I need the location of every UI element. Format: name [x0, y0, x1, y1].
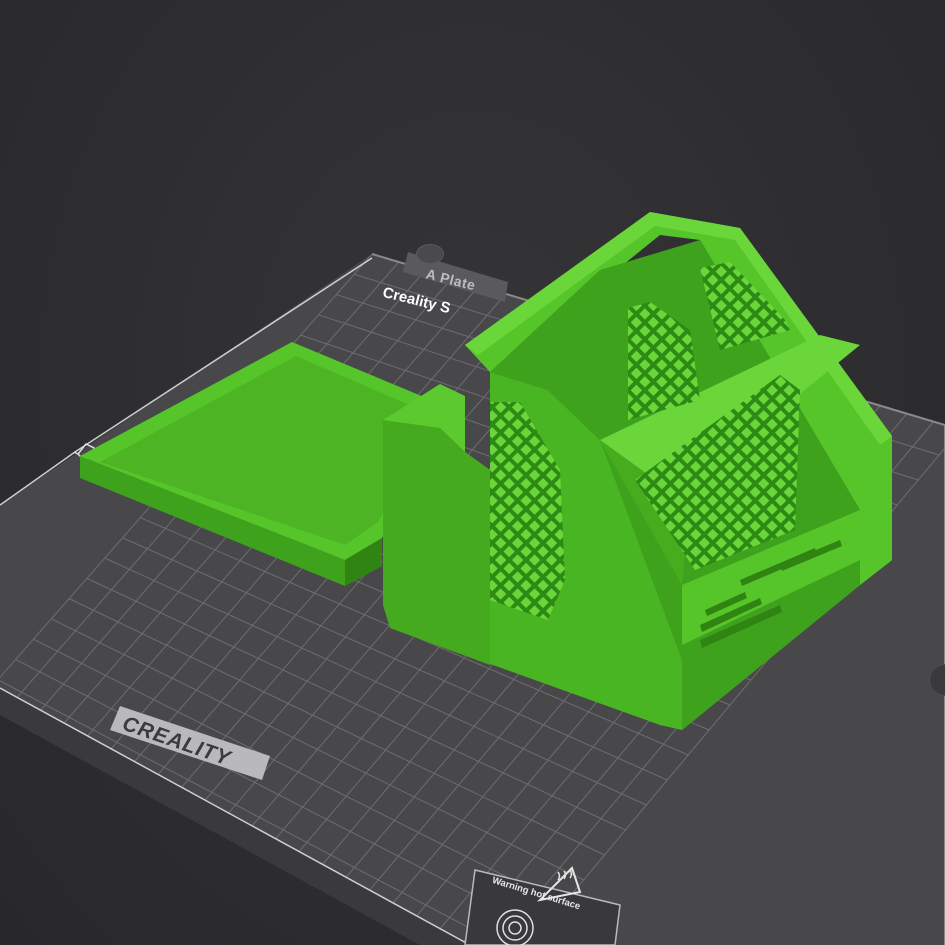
scene-canvas[interactable]: [0, 0, 945, 945]
3d-viewport[interactable]: A Plate Creality S CREALITY Warning hot …: [0, 0, 945, 945]
pencil-icon[interactable]: [416, 244, 444, 264]
